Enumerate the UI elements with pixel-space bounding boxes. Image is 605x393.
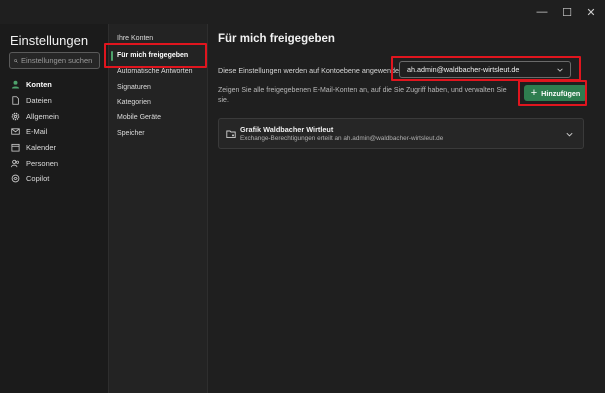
shared-folder-icon xyxy=(226,130,236,139)
account-subnav: Ihre Konten Für mich freigegeben Automat… xyxy=(108,24,208,393)
search-icon xyxy=(14,58,18,63)
page-title: Für mich freigegeben xyxy=(218,33,335,45)
copilot-icon xyxy=(11,174,20,183)
chevron-down-icon xyxy=(557,68,563,72)
title-bar: — ☐ ✕ xyxy=(0,0,605,24)
subnav-item-ihre-konten[interactable]: Ihre Konten xyxy=(117,35,153,42)
people-icon xyxy=(11,159,20,168)
settings-window: — ☐ ✕ Einstellungen Konten Dateien Allge… xyxy=(0,0,605,393)
sidebar-item-label: Personen xyxy=(26,158,59,168)
main-panel: Für mich freigegeben Diese Einstellungen… xyxy=(208,24,605,393)
shared-account-detail: Exchange-Berechtigungen erteilt an ah.ad… xyxy=(240,135,444,142)
sidebar-item-copilot[interactable]: Copilot xyxy=(7,171,105,187)
gear-icon xyxy=(11,112,20,121)
subnav-item-signaturen[interactable]: Signaturen xyxy=(117,84,151,91)
search-input[interactable] xyxy=(21,56,99,65)
settings-nav-list: Konten Dateien Allgemein E-Mail Kalender… xyxy=(7,77,105,187)
sidebar-item-allgemein[interactable]: Allgemein xyxy=(7,108,105,124)
sidebar-item-email[interactable]: E-Mail xyxy=(7,124,105,140)
mail-icon xyxy=(11,127,20,136)
subnav-item-automatische-antworten[interactable]: Automatische Antworten xyxy=(117,68,193,75)
sidebar-item-label: Konten xyxy=(26,80,52,90)
settings-sidebar: Einstellungen Konten Dateien Allgemein E… xyxy=(0,24,108,393)
account-dropdown[interactable]: ah.admin@waldbacher-wirtsleut.de xyxy=(399,61,571,78)
plus-icon: + xyxy=(530,87,538,99)
chevron-down-icon[interactable] xyxy=(565,130,574,139)
settings-title: Einstellungen xyxy=(10,33,89,48)
shared-account-name: Grafik Waldbacher Wirtleut xyxy=(240,125,334,134)
subnav-item-speicher[interactable]: Speicher xyxy=(117,130,145,137)
account-level-label: Diese Einstellungen werden auf Kontoeben… xyxy=(218,66,404,75)
person-icon xyxy=(11,80,20,89)
shared-accounts-description: Zeigen Sie alle freigegebenen E-Mail-Kon… xyxy=(218,87,507,104)
sidebar-item-konten[interactable]: Konten xyxy=(7,77,105,93)
sidebar-item-personen[interactable]: Personen xyxy=(7,155,105,171)
calendar-icon xyxy=(11,143,20,152)
subnav-item-kategorien[interactable]: Kategorien xyxy=(117,99,151,106)
account-dropdown-value: ah.admin@waldbacher-wirtsleut.de xyxy=(407,65,520,74)
sidebar-item-label: E-Mail xyxy=(26,127,48,137)
sidebar-item-label: Kalender xyxy=(26,143,57,153)
maximize-button[interactable]: ☐ xyxy=(557,4,577,20)
sidebar-item-label: Allgemein xyxy=(26,111,59,121)
sidebar-item-kalender[interactable]: Kalender xyxy=(7,140,105,156)
active-indicator xyxy=(111,51,113,61)
file-icon xyxy=(11,96,20,105)
settings-search[interactable] xyxy=(9,52,100,69)
close-button[interactable]: ✕ xyxy=(581,4,601,20)
shared-account-card[interactable]: Grafik Waldbacher Wirtleut Exchange-Bere… xyxy=(218,118,584,149)
minimize-button[interactable]: — xyxy=(532,4,552,20)
subnav-item-fuer-mich-freigegeben[interactable]: Für mich freigegeben xyxy=(117,52,188,59)
sidebar-item-dateien[interactable]: Dateien xyxy=(7,93,105,109)
add-button-label: Hinzufügen xyxy=(541,88,581,98)
subnav-item-mobile-geraete[interactable]: Mobile Geräte xyxy=(117,114,161,121)
sidebar-item-label: Copilot xyxy=(26,174,50,184)
add-button[interactable]: + Hinzufügen xyxy=(524,85,587,101)
sidebar-item-label: Dateien xyxy=(26,96,52,106)
